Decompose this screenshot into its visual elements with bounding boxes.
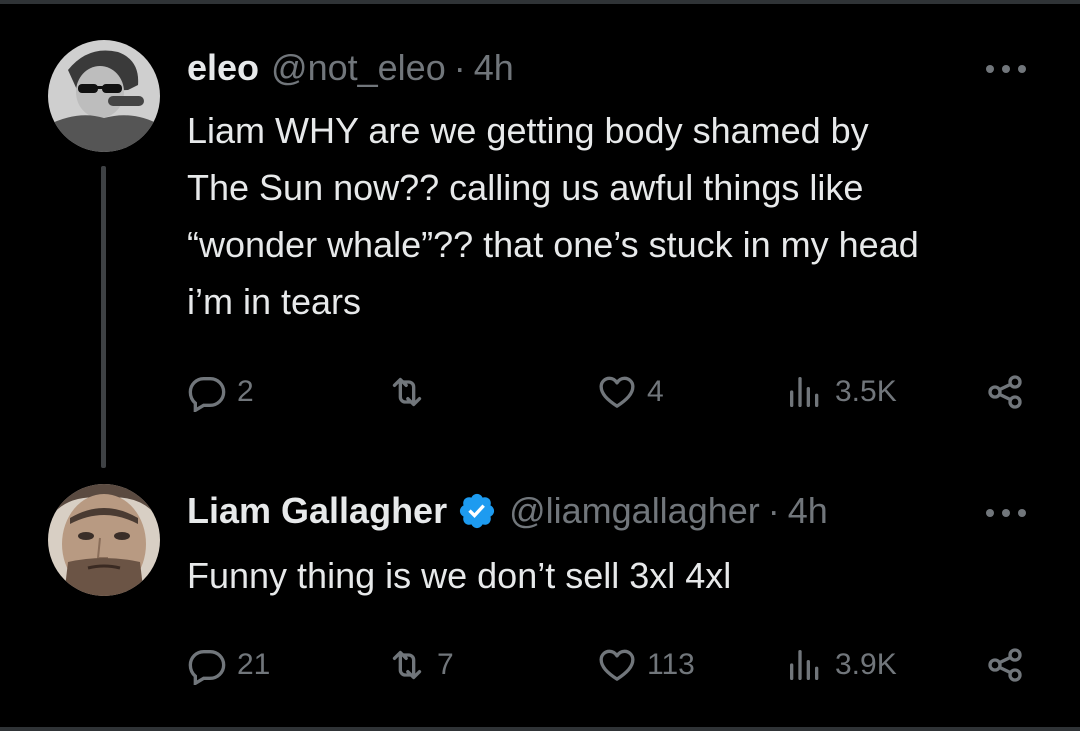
heart-icon — [599, 649, 635, 681]
like-button[interactable]: 4 — [597, 370, 664, 414]
retweet-icon — [392, 650, 422, 680]
retweet-button[interactable] — [387, 370, 437, 414]
tweet-actions: 2 4 3.5K — [187, 370, 1047, 414]
tweet-text-line: “wonder whale”?? that one’s stuck in my … — [187, 224, 919, 265]
retweet-count: 7 — [437, 648, 454, 681]
views-count: 3.9K — [835, 648, 897, 681]
views-count: 3.5K — [835, 375, 897, 408]
avatar-eleo[interactable] — [48, 40, 160, 152]
tweet-text-line: Funny thing is we don’t sell 3xl 4xl — [187, 555, 732, 596]
share-button[interactable] — [985, 370, 1025, 414]
reply-count: 21 — [237, 648, 271, 681]
tweet-header: Liam Gallagher @liamgallagher · 4h — [187, 489, 828, 533]
bottom-divider — [0, 727, 1080, 731]
user-handle[interactable]: @liamgallagher — [509, 489, 760, 533]
like-button[interactable]: 113 — [597, 643, 695, 687]
verified-badge-icon — [457, 491, 497, 531]
retweet-icon — [392, 377, 422, 407]
tweet-text-line: The Sun now?? calling us awful things li… — [187, 167, 864, 208]
display-name[interactable]: Liam Gallagher — [187, 489, 447, 533]
like-count: 4 — [647, 375, 664, 408]
avatar-liam-gallagher[interactable] — [48, 484, 160, 596]
reply-icon — [188, 377, 226, 412]
views-button[interactable]: 3.5K — [785, 370, 897, 414]
more-options-icon[interactable] — [984, 506, 1028, 518]
views-button[interactable]: 3.9K — [785, 643, 897, 687]
reply-button[interactable]: 21 — [187, 643, 270, 687]
reply-count: 2 — [237, 375, 254, 408]
tweet-header: eleo @not_eleo · 4h — [187, 46, 514, 90]
reply-icon — [188, 650, 226, 685]
tweet-text-line: Liam WHY are we getting body shamed by — [187, 110, 869, 151]
views-icon — [790, 650, 819, 680]
tweet-text: Liam WHY are we getting body shamed by T… — [187, 102, 1047, 330]
like-count: 113 — [647, 648, 695, 681]
share-button[interactable] — [985, 643, 1025, 687]
views-icon — [790, 377, 819, 407]
tweet-actions: 21 7 113 3.9K — [187, 643, 1047, 687]
tweet-text-line: i’m in tears — [187, 281, 362, 322]
top-divider — [0, 0, 1080, 4]
reply-button[interactable]: 2 — [187, 370, 254, 414]
user-handle[interactable]: @not_eleo — [271, 46, 446, 90]
tweet-text: Funny thing is we don’t sell 3xl 4xl — [187, 547, 1047, 604]
display-name[interactable]: eleo — [187, 46, 259, 90]
heart-icon — [599, 376, 635, 408]
thread-connector-line — [101, 166, 106, 468]
timestamp[interactable]: 4h — [474, 46, 514, 90]
separator-dot: · — [767, 490, 780, 531]
separator-dot: · — [453, 47, 466, 88]
timestamp[interactable]: 4h — [788, 489, 828, 533]
share-icon — [988, 375, 1022, 409]
retweet-button[interactable]: 7 — [387, 643, 454, 687]
share-icon — [988, 648, 1022, 682]
more-options-icon[interactable] — [984, 62, 1028, 74]
